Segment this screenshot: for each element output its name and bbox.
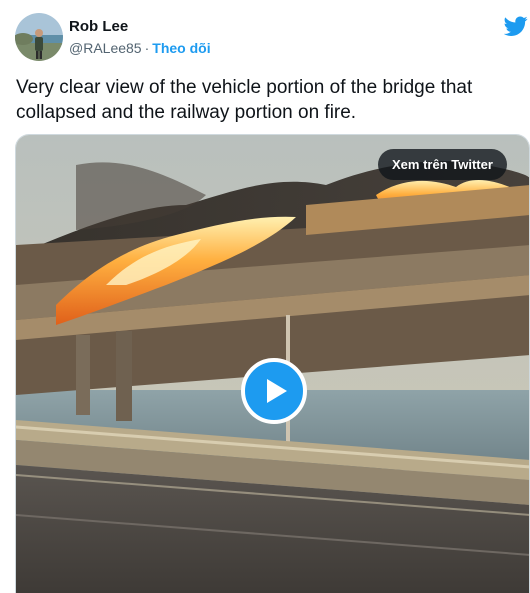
video-player[interactable]: Xem trên Twitter — [15, 134, 530, 593]
play-icon — [267, 379, 287, 403]
separator-dot: · — [144, 40, 150, 56]
tweet-embed-card: Rob Lee @RALee85 · Theo dõi Very clear vie… — [0, 0, 530, 593]
avatar-image — [15, 13, 63, 61]
tweet-text: Very clear view of the vehicle portion o… — [16, 77, 473, 123]
follow-link[interactable]: Theo dõi — [152, 40, 210, 56]
avatar[interactable] — [15, 13, 63, 61]
twitter-bird-icon[interactable] — [503, 14, 528, 38]
play-button[interactable] — [241, 358, 307, 424]
watch-on-twitter-button[interactable]: Xem trên Twitter — [378, 149, 507, 180]
author-name[interactable]: Rob Lee — [69, 18, 128, 35]
author-meta: @RALee85 · Theo dõi — [69, 40, 211, 56]
author-handle[interactable]: @RALee85 — [69, 40, 142, 56]
